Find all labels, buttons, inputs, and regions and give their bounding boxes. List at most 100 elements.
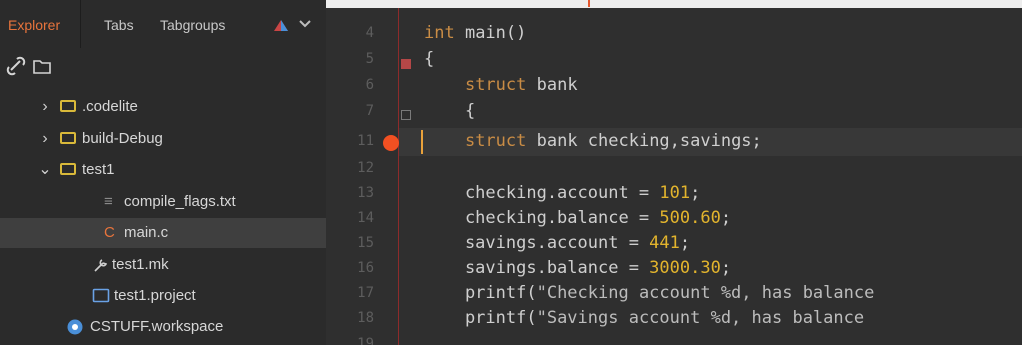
breakpoint-icon[interactable] <box>383 135 399 151</box>
code-line[interactable]: 12 <box>326 155 1022 181</box>
line-number: 13 <box>357 185 374 201</box>
tree-item-label: test1.project <box>114 287 196 304</box>
code-line[interactable]: 16 savings.balance = 3000.30; <box>326 255 1022 281</box>
tab-divider <box>80 0 81 48</box>
chevron-right-icon[interactable]: › <box>38 92 52 122</box>
line-number: 15 <box>357 235 374 251</box>
line-number: 18 <box>357 310 374 326</box>
tab-explorer[interactable]: Explorer <box>8 12 60 38</box>
line-number: 5 <box>365 51 374 67</box>
tree-item-codelite[interactable]: › .codelite <box>0 92 326 122</box>
tree-item-test1-project[interactable]: test1.project <box>0 281 326 311</box>
tree-item-label: test1 <box>82 161 115 178</box>
code-line[interactable]: 15 savings.account = 441; <box>326 230 1022 256</box>
code-token: 441 <box>649 233 680 253</box>
chevron-right-icon[interactable]: › <box>38 124 52 154</box>
workspace-explorer-panel: Explorer Tabs Tabgroups › .codelite › bu… <box>0 0 326 345</box>
code-token: { <box>424 49 435 69</box>
text-file-icon: ≡ <box>104 193 113 210</box>
code-token: checking.account = <box>424 183 660 203</box>
line-number: 16 <box>357 260 374 276</box>
line-number: 7 <box>365 103 374 119</box>
code-text: { <box>424 46 434 72</box>
tree-item-label: compile_flags.txt <box>124 193 236 210</box>
folder-icon <box>60 132 76 144</box>
code-token: main() <box>454 23 527 43</box>
code-line[interactable]: 19 <box>326 331 1022 345</box>
code-line[interactable]: 18 printf("Savings account %d, has balan… <box>326 305 1022 331</box>
line-number: 14 <box>357 210 374 226</box>
code-text: printf("Checking account %d, has balance <box>424 280 874 306</box>
code-token: struct <box>464 75 527 95</box>
code-line[interactable]: 6 struct bank <box>326 72 1022 98</box>
code-line[interactable]: 5{ <box>326 46 1022 72</box>
tree-item-build-debug[interactable]: › build-Debug <box>0 124 326 154</box>
link-icon[interactable] <box>6 56 26 76</box>
code-token: 3000.30 <box>649 258 721 278</box>
code-token: ; <box>690 183 701 203</box>
code-token: bank <box>526 75 578 95</box>
code-token: int <box>424 23 455 43</box>
chevron-down-icon[interactable]: ⌄ <box>38 155 52 185</box>
tree-item-label: CSTUFF.workspace <box>90 318 224 335</box>
code-editor[interactable]: 4 int main() 5{6 struct bank 7 {11 struct b… <box>326 0 1022 345</box>
code-token: "Checking account %d, has balance <box>536 283 875 303</box>
code-token: savings.balance = <box>424 258 650 278</box>
more-tabs-icon <box>274 20 311 31</box>
project-icon <box>92 281 110 316</box>
code-token: bank checking,savings; <box>526 131 762 151</box>
code-token: ; <box>720 258 732 278</box>
code-token: struct <box>464 131 527 151</box>
tab-more-button[interactable] <box>270 14 320 36</box>
code-token: savings.account = <box>424 233 650 253</box>
text-caret <box>421 130 423 154</box>
scroll-marker <box>588 0 590 7</box>
tree-item-compile-flags[interactable]: ≡ compile_flags.txt <box>0 187 326 217</box>
code-token: ; <box>679 233 691 253</box>
workspace-icon <box>66 312 84 345</box>
tree-item-test1-mk[interactable]: test1.mk <box>0 250 326 280</box>
code-text: printf("Savings account %d, has balance <box>424 305 874 331</box>
code-text: struct bank checking,savings; <box>424 128 762 154</box>
tree-item-label: main.c <box>124 224 169 241</box>
code-text: struct bank <box>424 72 578 98</box>
line-number: 17 <box>357 285 374 301</box>
explorer-toolbar <box>0 48 326 88</box>
code-line[interactable]: 7 { <box>326 98 1022 124</box>
code-token: "Savings account %d, has balance <box>536 308 875 328</box>
open-folder-icon <box>60 163 76 175</box>
makefile-icon <box>92 250 110 285</box>
fold-collapsed-icon[interactable] <box>401 110 411 120</box>
line-number: 4 <box>365 25 374 41</box>
code-token: printf( <box>424 283 537 303</box>
code-line[interactable]: 14 checking.balance = 500.60; <box>326 205 1022 231</box>
tree-item-test1[interactable]: ⌄ test1 <box>0 155 326 185</box>
line-number: 12 <box>357 160 374 176</box>
code-text: savings.balance = 3000.30; <box>424 255 731 281</box>
code-line[interactable]: 17 printf("Checking account %d, has bala… <box>326 280 1022 306</box>
code-text: checking.account = 101; <box>424 180 700 206</box>
fold-marker-icon[interactable] <box>401 59 411 69</box>
code-line[interactable]: 11 struct bank checking,savings; <box>326 128 1022 154</box>
tree-item-label: .codelite <box>82 98 138 115</box>
code-line[interactable]: 4 int main() <box>326 20 1022 46</box>
tree-item-workspace[interactable]: CSTUFF.workspace <box>0 312 326 342</box>
code-text: checking.balance = 500.60; <box>424 205 731 231</box>
folder-icon[interactable] <box>32 56 52 76</box>
code-token: 500.60 <box>659 208 721 228</box>
line-number: 6 <box>365 77 374 93</box>
code-text: savings.account = 441; <box>424 230 690 256</box>
tab-tabs[interactable]: Tabs <box>104 12 134 38</box>
explorer-tab-bar: Explorer Tabs Tabgroups <box>0 0 326 48</box>
chevron-down-icon <box>299 20 311 28</box>
code-line[interactable]: 13 checking.account = 101; <box>326 180 1022 206</box>
code-token: ; <box>720 208 732 228</box>
tree-item-label: test1.mk <box>112 256 169 273</box>
tab-tabgroups[interactable]: Tabgroups <box>160 12 225 38</box>
tree-item-main-c[interactable]: C main.c <box>0 218 326 248</box>
c-file-icon: C <box>104 224 115 241</box>
line-number: 19 <box>357 336 374 345</box>
code-token: checking.balance = <box>424 208 660 228</box>
